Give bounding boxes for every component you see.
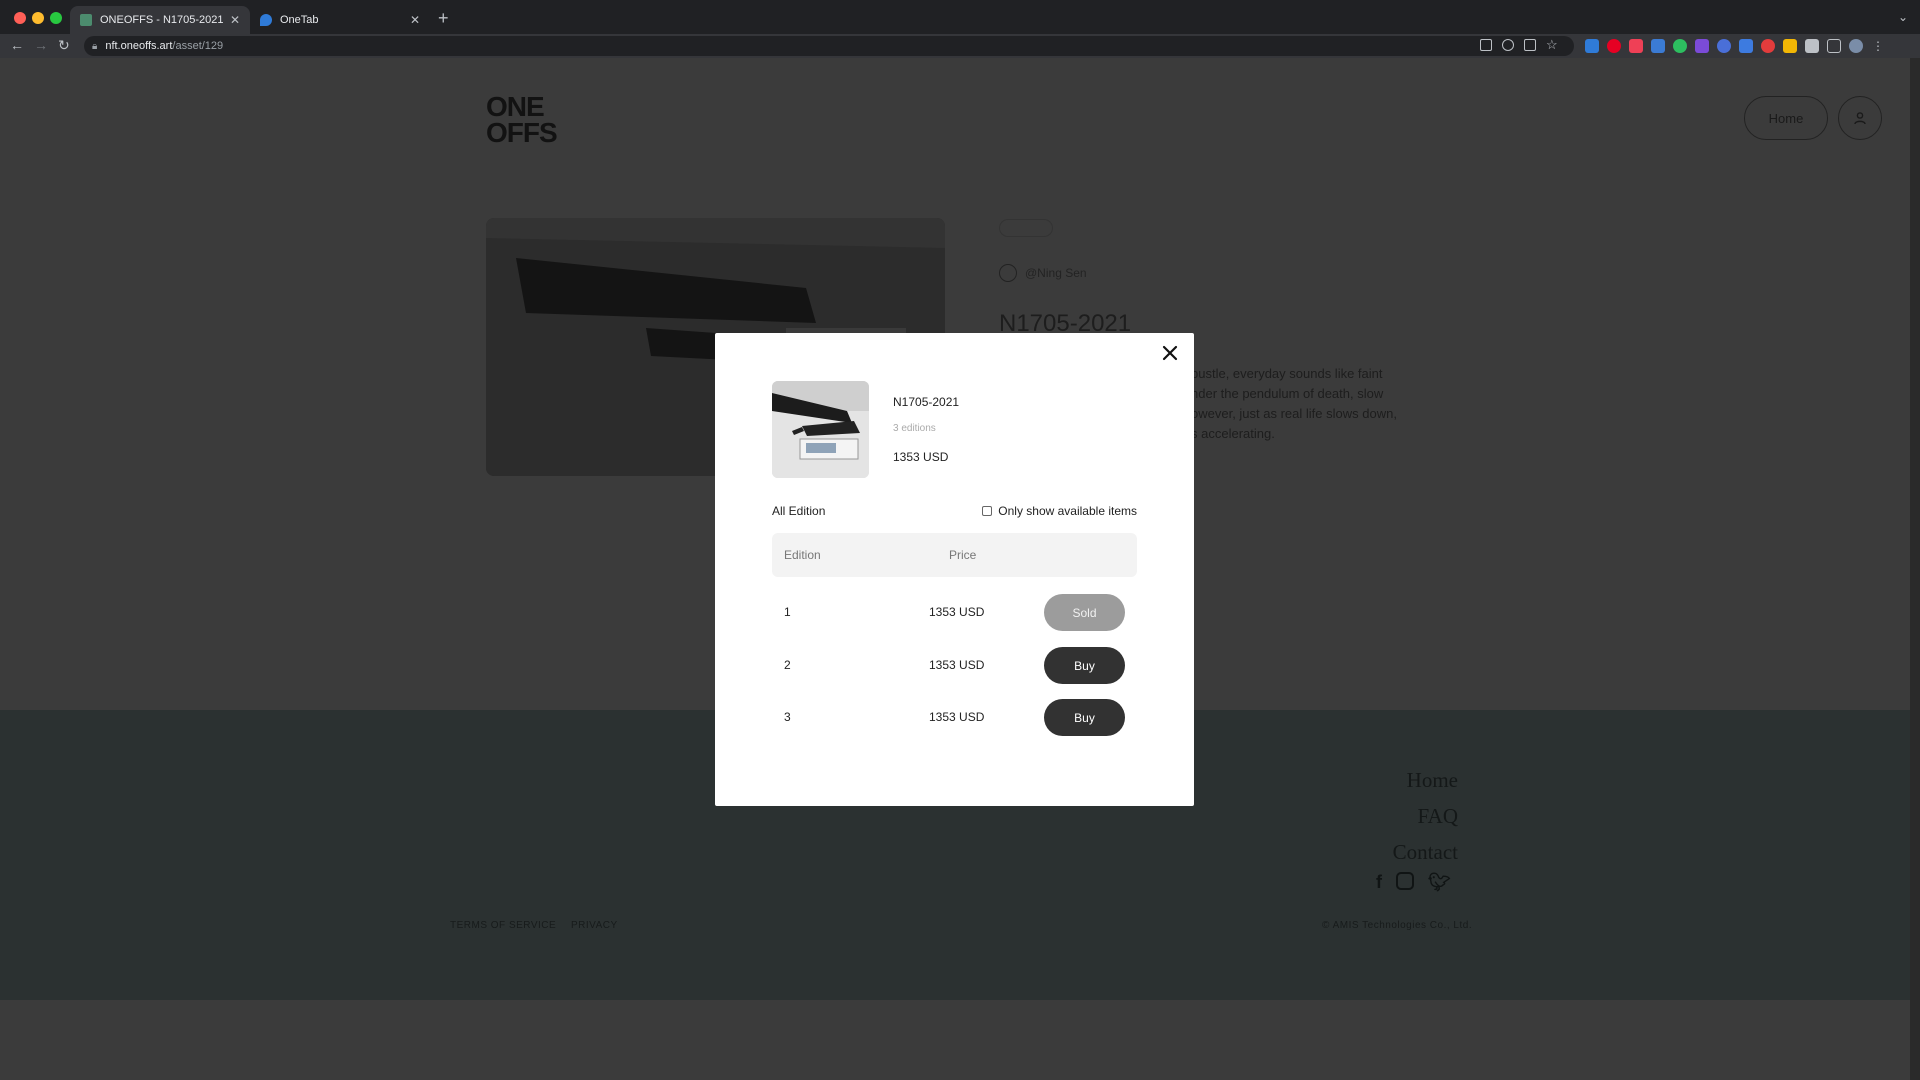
share-icon[interactable] (1524, 39, 1536, 51)
edition-number: 2 (784, 658, 791, 672)
artist-avatar-icon (999, 264, 1017, 282)
edition-price: 1353 USD (929, 658, 985, 672)
pinterest-extension-icon[interactable] (1607, 39, 1621, 53)
user-icon (1854, 112, 1866, 125)
social-links: f 🐦︎ (1376, 872, 1451, 893)
copyright-text: © AMIS Technologies Co., Ltd. (1322, 920, 1473, 931)
maximize-window-button[interactable] (50, 12, 62, 24)
edition-price: 1353 USD (929, 605, 985, 619)
onetab-extension-icon[interactable] (1585, 39, 1599, 53)
page-scrollbar[interactable] (1910, 58, 1920, 1080)
tab-oneoffs[interactable]: ONEOFFS - N1705-2021 ✕ (70, 6, 250, 34)
evernote-extension-icon[interactable] (1673, 39, 1687, 53)
edition-number: 1 (784, 605, 791, 619)
available-filter-label: Only show available items (998, 504, 1137, 518)
close-tab-icon[interactable]: ✕ (410, 13, 420, 27)
red-s-extension-icon[interactable] (1761, 39, 1775, 53)
tab-title: ONEOFFS - N1705-2021 (100, 14, 224, 26)
menu-kebab-icon[interactable]: ⋮ (1871, 39, 1885, 53)
onetab-favicon-icon (260, 14, 272, 26)
close-icon (1162, 345, 1178, 361)
account-button[interactable] (1838, 96, 1882, 140)
tab-onetab[interactable]: OneTab ✕ (250, 6, 430, 34)
close-tab-icon[interactable]: ✕ (230, 13, 240, 27)
oneoffs-logo[interactable]: ONE OFFS (486, 93, 558, 148)
all-edition-label: All Edition (772, 504, 826, 518)
oneoffs-favicon-icon (80, 14, 92, 26)
buy-button[interactable]: Buy (1044, 699, 1125, 736)
translate-extension-icon[interactable] (1739, 39, 1753, 53)
tab-search-chevron-icon[interactable]: ⌄ (1898, 10, 1908, 24)
nav-home-button[interactable]: Home (1744, 96, 1828, 140)
available-only-checkbox[interactable] (982, 506, 993, 516)
price-column-header: Price (949, 548, 977, 562)
s-extension-icon[interactable] (1651, 39, 1665, 53)
edition-price: 1353 USD (929, 710, 985, 724)
puzzle-extensions-icon[interactable] (1805, 39, 1819, 53)
pocket-extension-icon[interactable] (1629, 39, 1643, 53)
artwork-tag (999, 219, 1053, 237)
modal-artwork-title: N1705-2021 (893, 395, 960, 409)
reload-icon[interactable]: ↻ (58, 37, 70, 54)
footer-link-home[interactable]: Home (1393, 762, 1458, 798)
logo-line2: OFFS (486, 117, 558, 148)
sold-button[interactable]: Sold (1044, 594, 1125, 631)
forward-arrow-icon[interactable]: → (34, 37, 48, 53)
extensions-bar: ⋮ (1585, 39, 1885, 53)
purple-extension-icon[interactable] (1695, 39, 1709, 53)
editions-count: 3 editions (893, 423, 936, 434)
install-app-icon[interactable] (1480, 39, 1492, 51)
editions-table-header: Edition Price (772, 533, 1137, 577)
tab-title: OneTab (280, 14, 319, 26)
url-path: /asset/129 (172, 40, 224, 52)
address-bar[interactable]: 🔒︎ nft.oneoffs.art/asset/129 (84, 36, 1574, 56)
omnibox-actions: ☆ (1480, 38, 1558, 51)
lock-icon: 🔒︎ (92, 40, 98, 52)
edition-number: 3 (784, 710, 791, 724)
tab-bar: ONEOFFS - N1705-2021 ✕ OneTab ✕ + ⌄ (0, 0, 1920, 34)
terms-link[interactable]: TERMS OF SERVICE (450, 920, 556, 931)
facebook-icon[interactable]: f (1376, 872, 1382, 893)
table-row: 1 1353 USD Sold (772, 592, 1137, 632)
yellow-extension-icon[interactable] (1783, 39, 1797, 53)
url-host: nft.oneoffs.art (105, 40, 173, 52)
close-window-button[interactable] (14, 12, 26, 24)
globe-extension-icon[interactable] (1717, 39, 1731, 53)
new-tab-icon[interactable]: + (438, 8, 449, 28)
browser-chrome: ONEOFFS - N1705-2021 ✕ OneTab ✕ + ⌄ ← → … (0, 0, 1920, 58)
back-arrow-icon[interactable]: ← (10, 37, 24, 53)
side-panel-icon[interactable] (1827, 39, 1841, 53)
buy-button[interactable]: Buy (1044, 647, 1125, 684)
minimize-window-button[interactable] (32, 12, 44, 24)
artwork-thumbnail (772, 381, 869, 478)
thumbnail-illustration (772, 381, 869, 478)
footer-nav: Home FAQ Contact (1393, 762, 1458, 870)
edition-column-header: Edition (784, 548, 821, 562)
close-modal-button[interactable] (1158, 341, 1182, 365)
twitter-icon[interactable]: 🐦︎ (1428, 872, 1451, 893)
profile-avatar-icon[interactable] (1849, 39, 1863, 53)
edition-purchase-modal: N1705-2021 3 editions 1353 USD All Editi… (715, 333, 1194, 806)
artist-name: @Ning Sen (1025, 266, 1087, 280)
table-row: 2 1353 USD Buy (772, 645, 1137, 685)
footer-link-contact[interactable]: Contact (1393, 834, 1458, 870)
modal-price: 1353 USD (893, 450, 949, 464)
privacy-link[interactable]: PRIVACY (571, 920, 618, 931)
table-row: 3 1353 USD Buy (772, 697, 1137, 737)
footer-link-faq[interactable]: FAQ (1393, 798, 1458, 834)
eye-slash-icon[interactable] (1502, 39, 1514, 51)
artist-row[interactable]: @Ning Sen (999, 264, 1087, 282)
bookmark-star-icon[interactable]: ☆ (1546, 38, 1558, 51)
available-filter[interactable]: Only show available items (982, 504, 1137, 518)
instagram-icon[interactable] (1396, 872, 1414, 890)
browser-toolbar: ← → ↻ 🔒︎ nft.oneoffs.art/asset/129 ☆ ⋮ (0, 34, 1920, 58)
